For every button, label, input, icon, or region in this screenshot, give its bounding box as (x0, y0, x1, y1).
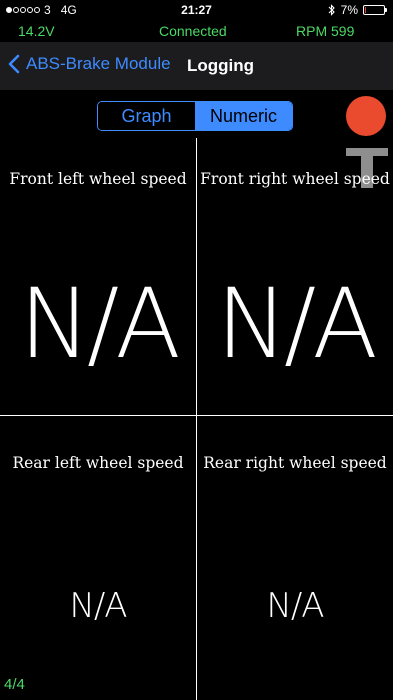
page-indicator: 4/4 (4, 676, 25, 693)
battery-icon (363, 5, 387, 15)
page-title: Logging (187, 56, 255, 75)
navigation-bar: ABS-Brake Module Logging (0, 42, 393, 90)
grid-divider-vertical (196, 138, 197, 700)
grid-divider-horizontal (0, 415, 393, 416)
segment-numeric[interactable]: Numeric (195, 102, 292, 130)
back-chevron-icon (8, 54, 20, 74)
cell-front-right: Front right wheel speed N/A (197, 138, 393, 415)
status-bar-right: 7% (328, 3, 387, 17)
bluetooth-icon (328, 4, 335, 16)
connection-bar: 14.2V Connected RPM 599 (0, 20, 393, 42)
cell-rear-right: Rear right wheel speed N/A (197, 416, 393, 700)
battery-fill (365, 7, 366, 13)
back-button-label: ABS-Brake Module (26, 54, 171, 73)
segment-graph[interactable]: Graph (98, 102, 195, 130)
cell-rear-left: Rear left wheel speed N/A (0, 416, 196, 700)
connection-status: Connected (159, 23, 227, 39)
cell-value: N/A (266, 586, 324, 626)
cell-label: Rear right wheel speed (203, 454, 387, 472)
rpm-readout: RPM 599 (296, 23, 355, 39)
battery-percent: 7% (340, 3, 358, 17)
cell-label: Front right wheel speed (200, 170, 390, 188)
numeric-grid: Front left wheel speed N/A Front right w… (0, 138, 393, 700)
status-bar: 3 4G 21:27 7% (0, 0, 393, 20)
cell-value: N/A (69, 586, 127, 626)
cell-label: Front left wheel speed (9, 170, 187, 188)
cell-value: N/A (216, 268, 378, 380)
voltage-readout: 14.2V (18, 23, 55, 39)
record-button[interactable] (346, 96, 386, 136)
cell-value: N/A (19, 268, 181, 380)
cell-label: Rear left wheel speed (12, 454, 184, 472)
back-button[interactable]: ABS-Brake Module (8, 54, 171, 74)
view-mode-segmented-control: Graph Numeric (97, 101, 293, 131)
cell-front-left: Front left wheel speed N/A (0, 138, 196, 415)
